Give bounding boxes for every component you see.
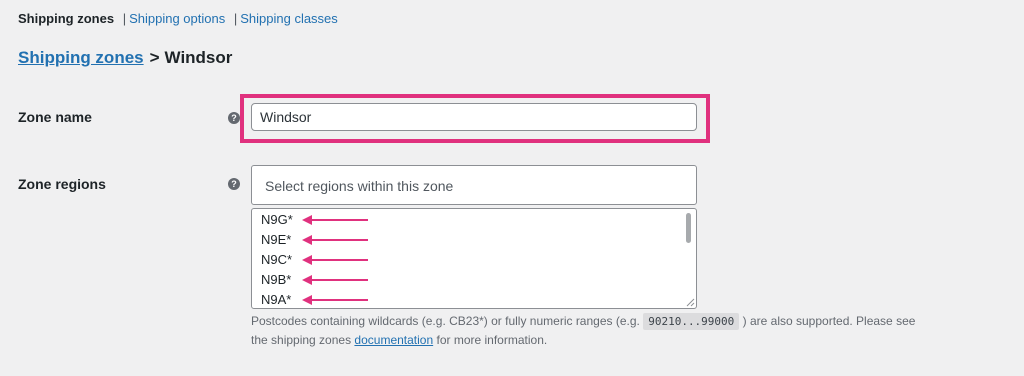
help-text-part: Postcodes containing wildcards (e.g. CB2… <box>251 314 640 328</box>
resize-handle-icon[interactable] <box>685 297 695 307</box>
zone-name-input[interactable] <box>251 103 697 131</box>
postcodes-scrollbar[interactable] <box>682 210 695 296</box>
postcode-line: N9C* <box>261 252 293 267</box>
breadcrumb-separator: > <box>149 48 160 67</box>
breadcrumb-current: Windsor <box>164 48 233 67</box>
documentation-link[interactable]: documentation <box>354 333 433 347</box>
breadcrumb-shipping-zones-link[interactable]: Shipping zones <box>18 48 144 67</box>
subnav-link-shipping-options[interactable]: Shipping options <box>129 11 225 26</box>
postcodes-textarea[interactable]: N9G* N9E* N9C* N9B* N9A* <box>251 208 697 309</box>
subnav-link-shipping-classes[interactable]: Shipping classes <box>240 11 338 26</box>
help-icon[interactable]: ? <box>228 112 240 124</box>
help-text-part: the shipping zones <box>251 333 352 347</box>
subnav-separator: | <box>233 11 238 26</box>
postcode-line: N9B* <box>261 272 292 287</box>
zone-regions-select[interactable]: Select regions within this zone <box>251 165 697 205</box>
postcode-line: N9A* <box>261 292 292 307</box>
left-arrow-icon <box>302 215 368 225</box>
zone-name-label: Zone name <box>18 109 92 125</box>
postcode-range-example: 90210...99000 <box>643 313 740 330</box>
left-arrow-icon <box>302 235 368 245</box>
zone-regions-placeholder: Select regions within this zone <box>265 178 454 194</box>
help-text-part: ) are also supported. Please see <box>742 314 916 328</box>
postcode-line: N9E* <box>261 232 292 247</box>
breadcrumb: Shipping zones > Windsor <box>18 48 232 68</box>
postcodes-help-text: Postcodes containing wildcards (e.g. CB2… <box>251 312 1011 349</box>
subnav-current-shipping-zones: Shipping zones <box>18 11 115 26</box>
zone-regions-label: Zone regions <box>18 176 106 192</box>
left-arrow-icon <box>302 295 368 305</box>
left-arrow-icon <box>302 275 368 285</box>
subnav-separator: | <box>122 11 127 26</box>
shipping-subnav: Shipping zones | Shipping options | Shippi… <box>18 11 338 27</box>
postcodes-scroll-thumb[interactable] <box>686 213 691 243</box>
help-text-part: for more information. <box>436 333 548 347</box>
help-icon[interactable]: ? <box>228 178 240 190</box>
postcode-line: N9G* <box>261 212 293 227</box>
left-arrow-icon <box>302 255 368 265</box>
